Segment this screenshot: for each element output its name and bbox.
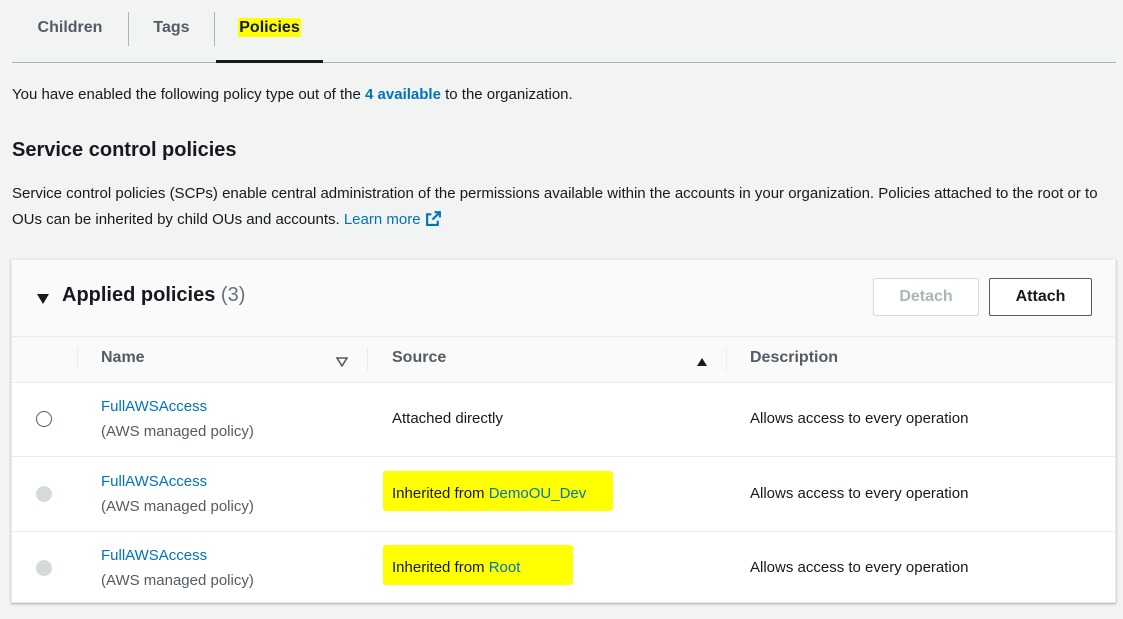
tab-policies-label: Policies bbox=[238, 18, 301, 37]
detach-button[interactable]: Detach bbox=[873, 278, 979, 316]
source-text: Inherited from bbox=[392, 559, 489, 576]
section-description: Service control policies (SCPs) enable c… bbox=[12, 181, 1102, 236]
available-policy-types-link[interactable]: 4 available bbox=[365, 86, 441, 103]
table-row[interactable]: FullAWSAccess (AWS managed policy) Inher… bbox=[12, 457, 1115, 532]
policy-description: Allows access to every operation bbox=[750, 410, 969, 427]
sort-ascending-icon[interactable] bbox=[696, 354, 708, 372]
attach-button[interactable]: Attach bbox=[989, 278, 1092, 316]
row-select-radio-disabled bbox=[36, 486, 52, 502]
source-text: Attached directly bbox=[392, 410, 503, 427]
tab-tags-label: Tags bbox=[153, 19, 190, 36]
policy-type: (AWS managed policy) bbox=[101, 498, 254, 515]
collapse-caret-icon[interactable] bbox=[36, 292, 50, 310]
panel-header: Applied policies (3) Detach Attach bbox=[12, 260, 1115, 337]
tab-bar: Children Tags Policies bbox=[12, 0, 1116, 63]
column-divider bbox=[726, 347, 727, 371]
learn-more-label: Learn more bbox=[343, 211, 421, 228]
column-divider bbox=[367, 347, 368, 371]
column-header-name[interactable]: Name bbox=[101, 337, 145, 382]
policy-name-link[interactable]: FullAWSAccess bbox=[101, 469, 254, 494]
tab-tags[interactable]: Tags bbox=[129, 0, 214, 62]
source-text: Inherited from bbox=[392, 485, 489, 502]
policy-name-cell: FullAWSAccess (AWS managed policy) bbox=[101, 469, 254, 519]
panel-count: (3) bbox=[220, 284, 246, 306]
learn-more-link[interactable]: Learn more bbox=[344, 211, 442, 228]
panel-title: Applied policies (3) bbox=[62, 284, 245, 307]
column-header-description[interactable]: Description bbox=[750, 337, 838, 382]
external-link-icon bbox=[425, 210, 442, 236]
policy-type: (AWS managed policy) bbox=[101, 572, 254, 589]
row-select-radio[interactable] bbox=[36, 411, 52, 427]
tab-children-label: Children bbox=[37, 19, 103, 36]
policy-name-cell: FullAWSAccess (AWS managed policy) bbox=[101, 543, 254, 593]
panel-title-label: Applied policies bbox=[62, 284, 216, 306]
section-title: Service control policies bbox=[12, 139, 237, 161]
sort-unsorted-icon[interactable] bbox=[335, 354, 349, 372]
section-description-text: Service control policies (SCPs) enable c… bbox=[12, 185, 1098, 228]
policy-name-cell: FullAWSAccess (AWS managed policy) bbox=[101, 394, 254, 444]
policy-types-intro: You have enabled the following policy ty… bbox=[12, 86, 573, 103]
row-select-radio-disabled bbox=[36, 560, 52, 576]
table-header: Name Source Description bbox=[12, 337, 1115, 383]
active-tab-indicator bbox=[216, 60, 323, 63]
policy-name-link[interactable]: FullAWSAccess bbox=[101, 394, 254, 419]
column-header-source[interactable]: Source bbox=[392, 337, 446, 382]
policy-description: Allows access to every operation bbox=[750, 559, 969, 576]
policy-source: Inherited from DemoOU_Dev bbox=[392, 481, 586, 506]
policy-description: Allows access to every operation bbox=[750, 485, 969, 502]
applied-policies-panel: Applied policies (3) Detach Attach Name … bbox=[11, 259, 1116, 603]
policy-source: Attached directly bbox=[392, 406, 503, 431]
table-row[interactable]: FullAWSAccess (AWS managed policy) Attac… bbox=[12, 382, 1115, 457]
tab-children[interactable]: Children bbox=[12, 0, 128, 62]
intro-prefix: You have enabled the following policy ty… bbox=[12, 86, 366, 103]
intro-suffix: to the organization. bbox=[440, 86, 573, 103]
tab-policies[interactable]: Policies bbox=[215, 0, 324, 62]
column-divider bbox=[77, 347, 78, 371]
source-root-link[interactable]: Root bbox=[489, 559, 521, 576]
source-ou-link[interactable]: DemoOU_Dev bbox=[489, 485, 587, 502]
policy-name-link[interactable]: FullAWSAccess bbox=[101, 543, 254, 568]
policy-type: (AWS managed policy) bbox=[101, 423, 254, 440]
table-row[interactable]: FullAWSAccess (AWS managed policy) Inher… bbox=[12, 531, 1115, 605]
policy-source: Inherited from Root bbox=[392, 555, 520, 580]
